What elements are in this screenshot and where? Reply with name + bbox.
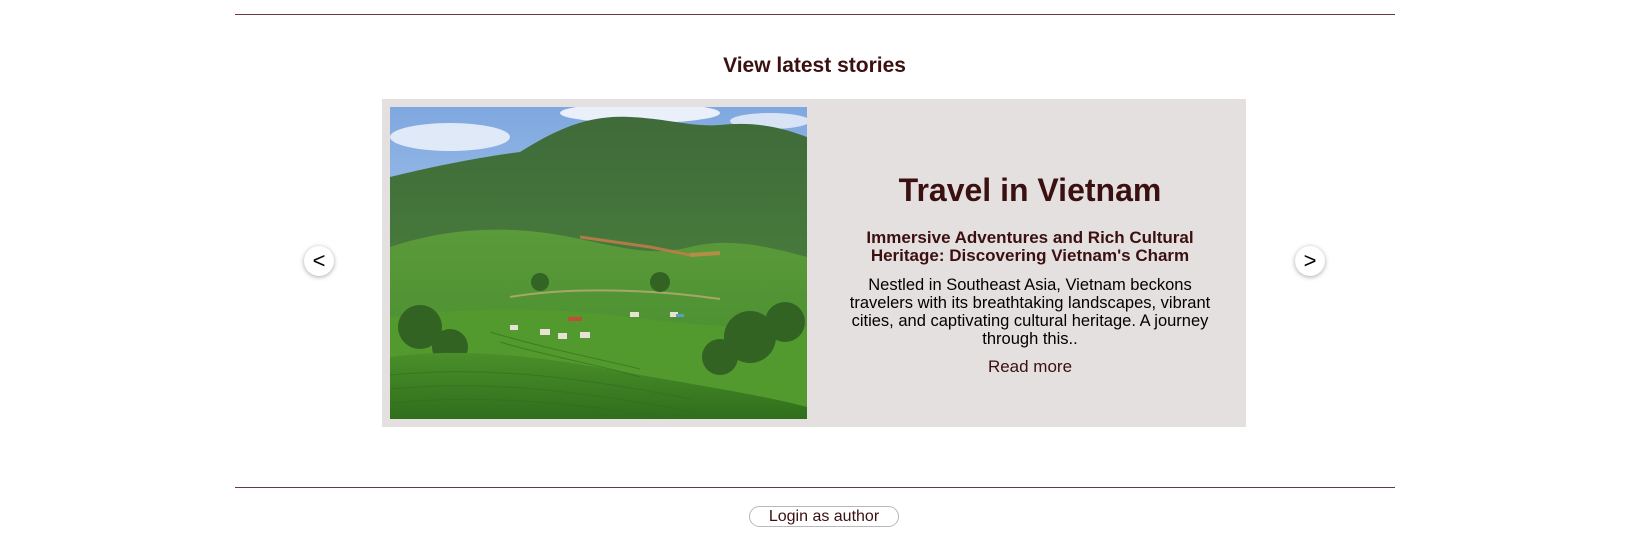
top-divider [235, 14, 1395, 15]
story-text: Travel in Vietnam Immersive Adventures a… [837, 171, 1223, 377]
story-subtitle: Immersive Adventures and Rich Cultural H… [866, 228, 1194, 265]
story-card: Travel in Vietnam Immersive Adventures a… [382, 99, 1246, 427]
bottom-divider [235, 487, 1395, 488]
carousel-next-button[interactable]: > [1295, 246, 1325, 276]
carousel-prev-button[interactable]: < [304, 246, 334, 276]
login-as-author-button[interactable]: Login as author [749, 506, 899, 527]
page: View latest stories < Travel in Vietnam … [0, 0, 1629, 551]
read-more-link[interactable]: Read more [988, 357, 1072, 376]
section-title: View latest stories [723, 54, 906, 77]
story-title: Travel in Vietnam [898, 172, 1162, 208]
story-excerpt: Nestled in Southeast Asia, Vietnam becko… [849, 276, 1211, 348]
story-image [390, 107, 807, 419]
